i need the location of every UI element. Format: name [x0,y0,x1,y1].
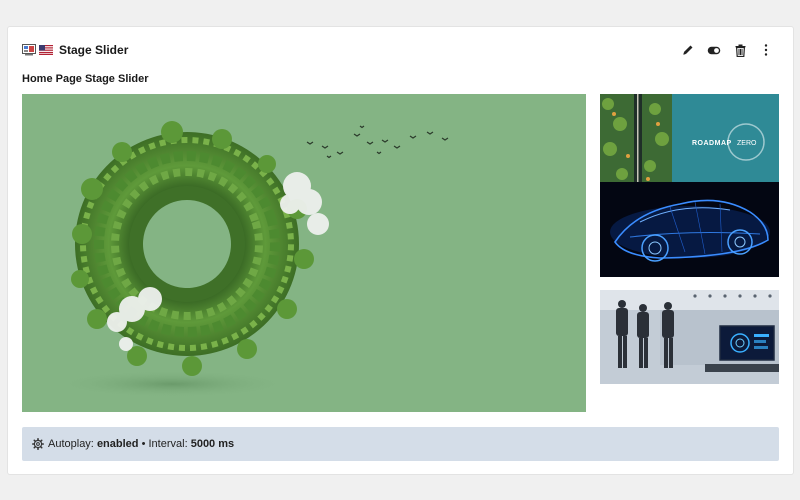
toggle-visibility-button[interactable] [701,41,727,59]
thumbnail-1-text: ROADMAP [692,140,732,147]
kebab-icon [764,44,768,56]
element-heading: Home Page Stage Slider [22,73,149,85]
card-title: Stage Slider [59,43,129,57]
card-actions [675,41,779,59]
slide-thumbnail-1[interactable]: ROADMAP ZERO [600,94,779,189]
us-flag-icon [39,45,53,55]
edit-button[interactable] [675,41,701,59]
content-element-card: Stage Slider Home Page Stage Slider ROAD… [8,27,793,474]
slide-thumbnail-2[interactable] [600,182,779,277]
trash-icon [735,44,745,57]
slider-content-icon [22,44,36,56]
gear-icon [32,438,44,450]
toggle-icon [707,46,721,54]
autoplay-value: enabled [96,438,139,450]
separator: • [141,438,146,450]
main-slide-image[interactable] [22,94,586,412]
slide-thumbnail-3[interactable] [600,290,779,384]
autoplay-label: Autoplay: [48,438,94,450]
slider-settings-bar: Autoplay: enabled • Interval: 5000 ms [22,427,779,461]
card-header: Stage Slider [22,41,779,59]
pencil-icon [683,45,693,55]
delete-button[interactable] [727,41,753,59]
interval-value: 5000 ms [190,438,235,450]
thumbnail-1-badge: ZERO [737,140,757,147]
interval-label: Interval: [148,438,188,450]
more-options-button[interactable] [753,41,779,59]
